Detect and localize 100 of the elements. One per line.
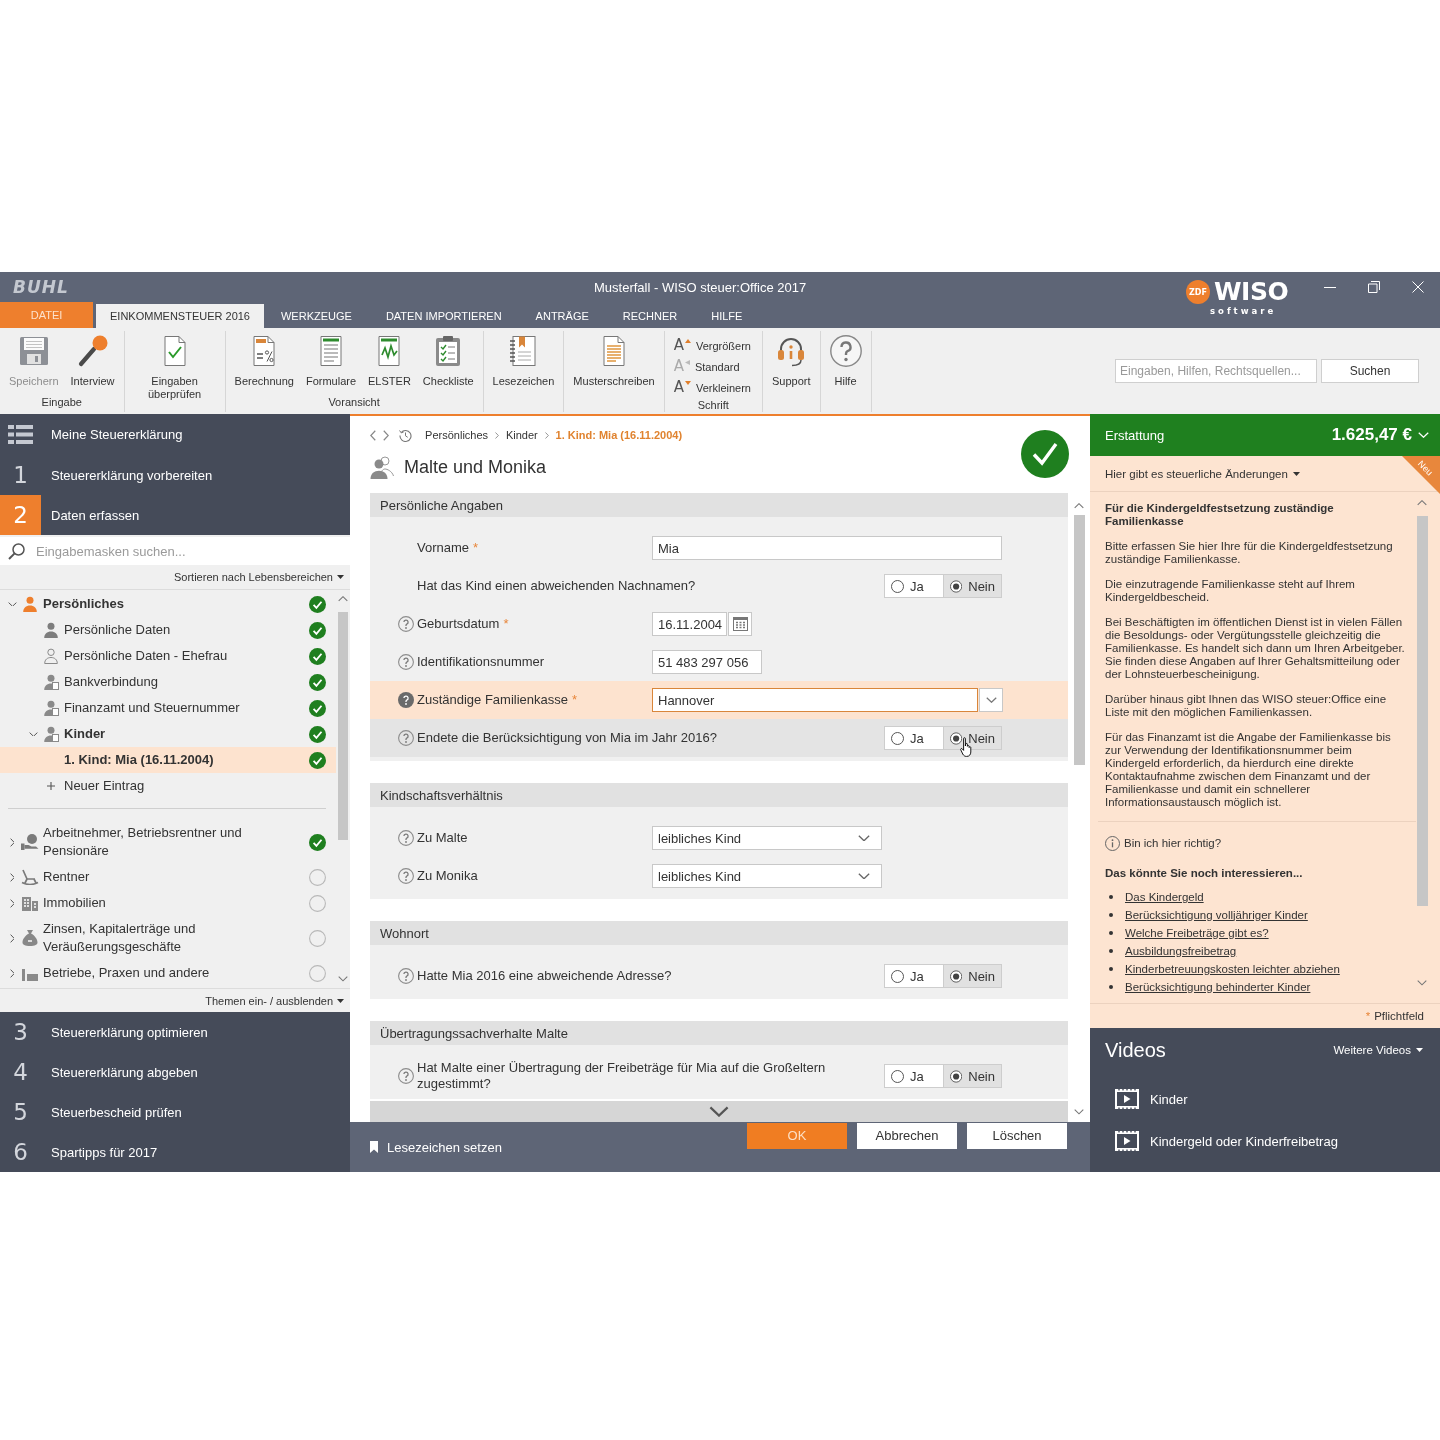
chevron-down-icon[interactable]	[1074, 1109, 1084, 1115]
scrollbar-thumb[interactable]	[1416, 516, 1428, 906]
chevron-up-icon[interactable]	[1074, 503, 1084, 509]
chevron-right-icon[interactable]	[383, 429, 390, 441]
ribbon-button[interactable]: A Verkleinern	[673, 377, 751, 398]
chevron-down-icon[interactable]	[7, 601, 17, 607]
text-field[interactable]: Mia	[652, 536, 1002, 560]
radio-option[interactable]: Ja	[885, 575, 943, 597]
related-link[interactable]: Welche Freibeträge gibt es?	[1125, 926, 1269, 940]
changes-menu[interactable]: Hier gibt es steuerliche Änderungen	[1105, 467, 1300, 480]
help-icon[interactable]	[398, 830, 414, 846]
bookmark-button[interactable]: Lesezeichen setzen	[370, 1139, 502, 1155]
menu-tab[interactable]: HILFE	[694, 304, 760, 328]
tree-item[interactable]: Immobilien	[0, 890, 336, 916]
radio-option[interactable]: Nein	[943, 575, 1001, 597]
step-link[interactable]: Steuererklärung abgeben	[51, 1064, 198, 1080]
ribbon-button[interactable]: Hilfe	[823, 331, 868, 388]
tree-item[interactable]: Arbeitnehmer, Betriebsrentner und Pensionäre	[0, 820, 336, 864]
restore-icon[interactable]	[1368, 281, 1380, 293]
chevron-right-icon[interactable]	[9, 837, 15, 847]
chevron-up-icon[interactable]	[337, 596, 348, 602]
menu-tab[interactable]: RECHNER	[605, 304, 695, 328]
menu-tab[interactable]: DATEN IMPORTIEREN	[368, 304, 519, 328]
tree-item[interactable]: Betriebe, Praxen und andere	[0, 960, 336, 986]
help-link[interactable]: Bin ich hier richtig?	[1105, 836, 1222, 851]
dialog-button[interactable]: Abbrechen	[857, 1123, 957, 1149]
tree-item[interactable]: Zinsen, Kapitalerträge und Veräußerungsgeschäfte	[0, 916, 336, 960]
chevron-right-icon[interactable]	[9, 898, 15, 908]
related-link[interactable]: Kinderbetreuungskosten leichter abziehen	[1125, 962, 1340, 976]
step-link[interactable]: Spartipps für 2017	[51, 1144, 158, 1160]
help-icon[interactable]	[398, 616, 414, 632]
sort-menu[interactable]: Sortieren nach Lebensbereichen	[174, 571, 344, 583]
search-button[interactable]: Suchen	[1321, 359, 1419, 383]
radio-option[interactable]: Ja	[885, 727, 943, 749]
ribbon-button[interactable]: Support	[766, 331, 817, 388]
tree-item[interactable]: Finanzamt und Steuernummer	[0, 695, 336, 721]
select-field[interactable]: leibliches Kind	[652, 826, 882, 850]
chevron-right-icon[interactable]	[9, 933, 15, 943]
more-videos-menu[interactable]: Weitere Videos	[1333, 1044, 1423, 1056]
related-link[interactable]: Ausbildungsfreibetrag	[1125, 944, 1237, 958]
radio-option[interactable]: Nein	[943, 965, 1001, 987]
combo-field[interactable]: Hannover	[652, 688, 978, 712]
help-icon[interactable]	[398, 654, 414, 670]
tree-item[interactable]: Kinder	[0, 721, 336, 747]
chevron-down-icon[interactable]	[28, 731, 38, 737]
chevron-up-icon[interactable]	[1417, 500, 1427, 506]
related-link[interactable]: Das Kindergeld	[1125, 890, 1204, 904]
tree-item[interactable]: 1. Kind: Mia (16.11.2004)	[0, 747, 336, 773]
chevron-down-icon[interactable]	[1417, 980, 1427, 986]
step-link[interactable]: Steuererklärung optimieren	[51, 1024, 208, 1040]
toggle-menu[interactable]: Themen ein- / ausblenden	[205, 995, 344, 1007]
scrollbar-thumb[interactable]	[1073, 515, 1085, 765]
calendar-button[interactable]	[728, 612, 752, 636]
chevron-right-icon[interactable]	[9, 872, 15, 882]
menu-tab[interactable]: WERKZEUGE	[264, 304, 369, 328]
help-icon[interactable]	[398, 1068, 414, 1084]
tree-item[interactable]: Persönliche Daten	[0, 617, 336, 643]
select-field[interactable]: leibliches Kind	[652, 864, 882, 888]
ribbon-button[interactable]: Formulare	[299, 331, 363, 388]
dropdown-button[interactable]	[979, 688, 1003, 712]
ribbon-button[interactable]: ELSTER	[362, 331, 417, 388]
ribbon-button[interactable]: Lesezeichen	[486, 331, 561, 388]
radio-option[interactable]: Ja	[885, 1065, 943, 1087]
radio-option[interactable]: Nein	[943, 1065, 1001, 1087]
step-link[interactable]: Steuerbescheid prüfen	[51, 1104, 182, 1120]
help-icon[interactable]	[398, 868, 414, 884]
menu-tab[interactable]: EINKOMMENSTEUER 2016	[96, 304, 264, 328]
ribbon-button[interactable]: Eingaben überprüfen	[127, 331, 222, 401]
chevron-down-icon[interactable]	[337, 976, 348, 982]
ribbon-button[interactable]: Checkliste	[416, 331, 480, 388]
ribbon-button[interactable]: A Vergrößern	[673, 335, 751, 356]
video-link[interactable]: Kinder	[1105, 1078, 1188, 1120]
chevron-right-icon[interactable]	[9, 968, 15, 978]
date-field[interactable]: 16.11.2004	[652, 612, 727, 636]
ribbon-button[interactable]: Interview	[64, 331, 121, 388]
related-link[interactable]: Berücksichtigung behinderter Kinder	[1125, 980, 1311, 994]
refund-amount[interactable]: 1.625,47 €	[1331, 425, 1429, 445]
scrollbar-thumb[interactable]	[337, 612, 348, 840]
step-link[interactable]: Steuererklärung vorbereiten	[51, 467, 213, 483]
video-link[interactable]: Kindergeld oder Kinderfreibetrag	[1105, 1120, 1338, 1162]
history-icon[interactable]	[399, 428, 413, 442]
breadcrumb-link[interactable]: Persönliches	[425, 429, 489, 441]
related-link[interactable]: Berücksichtigung volljähriger Kinder	[1125, 908, 1308, 922]
help-icon[interactable]	[398, 968, 414, 984]
radio-option[interactable]: Ja	[885, 965, 943, 987]
ribbon-button[interactable]: Berechnung	[228, 331, 300, 388]
ribbon-button[interactable]: Musterschreiben	[567, 331, 661, 388]
text-field[interactable]: 51 483 297 056	[652, 650, 762, 674]
close-icon[interactable]	[1412, 281, 1424, 293]
tree-item[interactable]: Persönliches	[0, 591, 336, 617]
minimize-icon[interactable]	[1324, 286, 1336, 288]
tree-item[interactable]: Neuer Eintrag	[0, 773, 336, 799]
tree-item[interactable]: Rentner	[0, 864, 336, 890]
menu-tab[interactable]: ANTRÄGE	[518, 304, 606, 328]
list-icon[interactable]	[8, 425, 33, 444]
help-icon[interactable]	[398, 692, 414, 708]
dialog-button[interactable]: Löschen	[967, 1123, 1067, 1149]
help-icon[interactable]	[398, 730, 414, 746]
tree-item[interactable]: Persönliche Daten - Ehefrau	[0, 643, 336, 669]
chevron-left-icon[interactable]	[370, 429, 377, 441]
